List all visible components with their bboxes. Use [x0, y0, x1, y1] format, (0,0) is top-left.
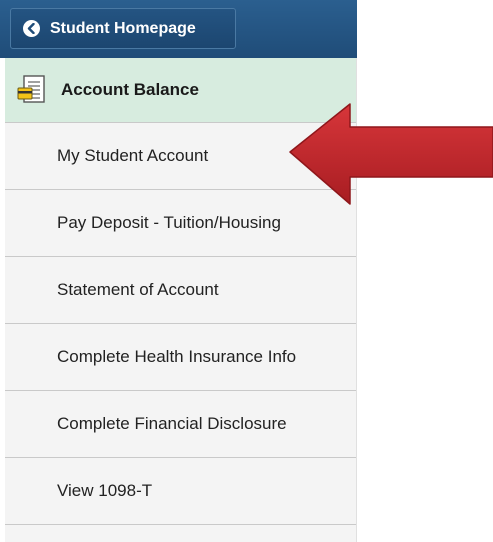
top-nav-bar: Student Homepage [0, 0, 357, 58]
menu-item-label: Pay Deposit - Tuition/Housing [57, 213, 281, 232]
document-card-icon [17, 75, 51, 105]
red-arrow-pointer-icon [289, 103, 493, 205]
menu-item-label: Statement of Account [57, 280, 219, 299]
sidebar-header-label: Account Balance [61, 80, 199, 99]
menu-item-health-insurance[interactable]: Complete Health Insurance Info [5, 324, 356, 391]
menu-item-label: Complete Health Insurance Info [57, 347, 297, 366]
menu-item-label: My Student Account [57, 146, 209, 165]
back-button-label: Student Homepage [50, 19, 196, 37]
menu-item-view-1098t[interactable]: View 1098-T [5, 458, 356, 525]
page: Student Homepage Account Balance My Stud [0, 0, 493, 542]
menu-item-financial-disclosure[interactable]: Complete Financial Disclosure [5, 391, 356, 458]
student-homepage-back-button[interactable]: Student Homepage [10, 8, 236, 49]
menu-item-statement-of-account[interactable]: Statement of Account [5, 257, 356, 324]
chevron-left-icon [23, 20, 40, 37]
menu-item-label: Complete Financial Disclosure [57, 414, 287, 433]
menu-item-label: View 1098-T [57, 481, 153, 500]
